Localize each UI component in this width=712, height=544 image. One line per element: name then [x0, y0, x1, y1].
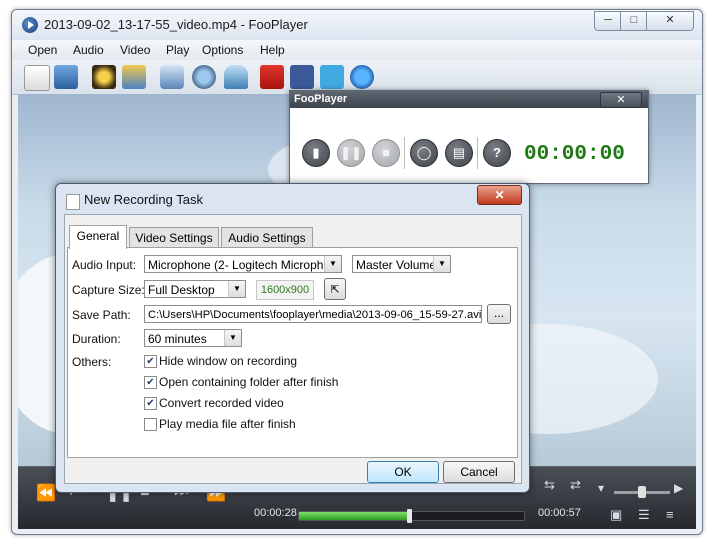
microphone-icon[interactable]: [224, 65, 248, 89]
save-path-label: Save Path:: [72, 308, 131, 322]
close-button[interactable]: ✕: [646, 11, 694, 31]
menu-help[interactable]: Help: [260, 43, 285, 57]
menu-audio[interactable]: Audio: [73, 43, 104, 57]
minimize-icon: ─: [604, 14, 612, 26]
new-recording-dialog: New Recording Task ✕ General Video Setti…: [55, 183, 530, 493]
progress-fill: [299, 512, 410, 520]
menu-open[interactable]: Open: [28, 43, 57, 57]
dialog-title: New Recording Task: [84, 192, 203, 207]
chevron-down-icon: ▼: [228, 281, 245, 297]
volume-thumb[interactable]: [638, 486, 646, 498]
hide-window-checkbox[interactable]: ✔: [144, 355, 157, 368]
picture-icon[interactable]: [122, 65, 146, 89]
convert-video-checkbox[interactable]: ✔: [144, 397, 157, 410]
app-icon: [22, 17, 38, 33]
rewind-icon[interactable]: ⏪: [36, 483, 56, 503]
facebook-icon[interactable]: [290, 65, 314, 89]
capture-size-value: Full Desktop: [148, 283, 215, 297]
save-path-field[interactable]: C:\Users\HP\Documents\fooplayer\media\20…: [144, 305, 482, 323]
tab-general[interactable]: General: [69, 225, 127, 249]
pause-icon[interactable]: ❚❚: [337, 139, 365, 167]
speaker-icon[interactable]: ▶: [674, 481, 683, 495]
comment-icon[interactable]: ◯: [410, 139, 438, 167]
minimize-button[interactable]: ─: [594, 11, 622, 31]
dialog-body: General Video Settings Audio Settings Au…: [64, 214, 522, 484]
capture-resolution: 1600x900: [256, 280, 314, 300]
menu-bar: Open Audio Video Play Options Help: [12, 40, 702, 60]
mini-close-button[interactable]: ✕: [600, 92, 642, 108]
monitor-icon[interactable]: [54, 65, 78, 89]
mute-icon[interactable]: ▾: [598, 481, 604, 495]
tab-video-settings[interactable]: Video Settings: [129, 227, 219, 248]
document-icon[interactable]: [24, 65, 50, 91]
tab-audio-settings[interactable]: Audio Settings: [221, 227, 313, 248]
fullscreen-icon[interactable]: ▣: [610, 507, 622, 523]
recording-timer: 00:00:00: [524, 143, 625, 166]
chevron-down-icon: ▼: [433, 256, 450, 272]
title-bar: 2013-09-02_13-17-55_video.mp4 - FooPlaye…: [12, 10, 702, 40]
close-icon: ✕: [665, 14, 675, 26]
shuffle-icon[interactable]: ⇄: [570, 477, 581, 493]
mini-title: FooPlayer: [294, 93, 348, 105]
time-current: 00:00:28: [254, 507, 297, 519]
duration-select[interactable]: 60 minutes ▼: [144, 329, 242, 347]
maximize-icon: □: [630, 14, 638, 26]
volume-source-value: Master Volume: [356, 258, 437, 272]
convert-video-label: Convert recorded video: [159, 396, 284, 410]
audio-input-label: Audio Input:: [72, 258, 137, 272]
browse-button[interactable]: ...: [487, 304, 511, 324]
stop-icon[interactable]: ■: [372, 139, 400, 167]
separator: [404, 137, 405, 169]
folder-icon[interactable]: ▤: [445, 139, 473, 167]
chevron-down-icon: ▼: [224, 330, 241, 346]
playlist-icon[interactable]: ☰: [638, 507, 650, 523]
time-total: 00:00:57: [538, 507, 581, 519]
new-task-icon[interactable]: ▮: [302, 139, 330, 167]
screen-capture-icon[interactable]: [160, 65, 184, 89]
webcam-icon[interactable]: [192, 65, 216, 89]
capture-size-label: Capture Size:: [72, 283, 145, 297]
progress-bar[interactable]: [298, 509, 525, 523]
dialog-close-button[interactable]: ✕: [477, 185, 522, 205]
audio-device-value: Microphone (2- Logitech Microph: [148, 258, 324, 272]
menu-play[interactable]: Play: [166, 43, 189, 57]
audio-device-select[interactable]: Microphone (2- Logitech Microph ▼: [144, 255, 342, 273]
volume-source-select[interactable]: Master Volume ▼: [352, 255, 451, 273]
open-folder-checkbox[interactable]: ✔: [144, 376, 157, 389]
equalizer-icon[interactable]: ≡: [666, 507, 674, 522]
capture-size-select[interactable]: Full Desktop ▼: [144, 280, 246, 298]
select-region-button[interactable]: ⇱: [324, 278, 346, 300]
mini-title-bar: FooPlayer ✕: [290, 91, 648, 108]
youtube-icon[interactable]: [260, 65, 284, 89]
repeat-icon[interactable]: ⇆: [544, 477, 555, 493]
open-folder-label: Open containing folder after finish: [159, 375, 339, 389]
pointer-icon: ⇱: [330, 284, 340, 296]
chevron-down-icon: ▼: [324, 256, 341, 272]
help-icon[interactable]: ?: [483, 139, 511, 167]
menu-options[interactable]: Options: [202, 43, 243, 57]
play-after-label: Play media file after finish: [159, 417, 296, 431]
general-panel: Audio Input: Microphone (2- Logitech Mic…: [67, 247, 518, 458]
menu-video[interactable]: Video: [120, 43, 150, 57]
globe-icon[interactable]: [350, 65, 374, 89]
ok-button[interactable]: OK: [367, 461, 439, 483]
cancel-button[interactable]: Cancel: [443, 461, 515, 483]
window-title: 2013-09-02_13-17-55_video.mp4 - FooPlaye…: [44, 17, 308, 32]
others-label: Others:: [72, 355, 112, 369]
save-path-value: C:\Users\HP\Documents\fooplayer\media\20…: [148, 309, 482, 321]
mini-recorder-window: FooPlayer ✕ ▮ ❚❚ ■ ◯ ▤ ? 00:00:00: [289, 90, 649, 184]
progress-thumb[interactable]: [407, 509, 413, 523]
gallery-icon[interactable]: [92, 65, 116, 89]
separator: [477, 137, 478, 169]
dialog-icon: [66, 194, 80, 210]
duration-label: Duration:: [72, 332, 121, 346]
hide-window-label: Hide window on recording: [159, 354, 298, 368]
duration-value: 60 minutes: [148, 332, 207, 346]
volume-slider[interactable]: [614, 486, 670, 498]
maximize-button[interactable]: □: [620, 11, 648, 31]
twitter-icon[interactable]: [320, 65, 344, 89]
play-after-checkbox[interactable]: [144, 418, 157, 431]
